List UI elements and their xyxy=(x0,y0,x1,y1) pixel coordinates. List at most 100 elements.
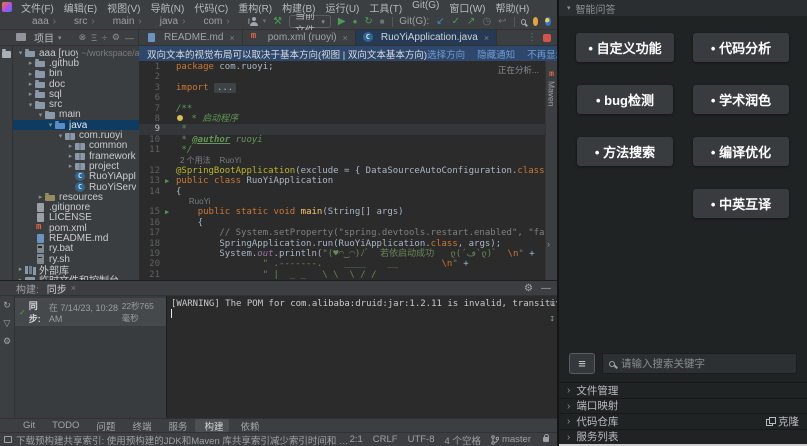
clone-button[interactable]: 克隆 xyxy=(766,414,799,429)
tool-window-button[interactable]: 依赖 xyxy=(231,419,265,432)
breadcrumb-item[interactable]: src xyxy=(60,16,99,27)
editor-tab[interactable]: RuoYiApplication.java × xyxy=(356,30,497,45)
tree-chevron-icon[interactable]: ▸ xyxy=(66,162,75,170)
menu-item[interactable]: 导航(N) xyxy=(145,0,189,15)
menu-item[interactable]: 窗口(W) xyxy=(444,0,490,15)
tool-window-button[interactable]: 服务 xyxy=(159,419,193,432)
tree-item[interactable]: .gitignore xyxy=(13,202,139,212)
project-tree[interactable]: ▾ aaa [ruoyi] ~/workspace/aaa ▸ .github xyxy=(13,46,139,280)
tree-item[interactable]: ▸ project xyxy=(13,161,139,171)
breadcrumb-item[interactable]: ruoyi xyxy=(234,16,250,27)
tool-window-button[interactable]: 终端 xyxy=(123,419,157,432)
assistant-function-button[interactable]: 中英互译 xyxy=(693,189,789,218)
search-box[interactable] xyxy=(602,353,797,374)
tree-chevron-icon[interactable]: ▸ xyxy=(26,90,35,98)
tool-window-button[interactable]: TODO xyxy=(43,419,85,432)
tree-chevron-icon[interactable]: ▸ xyxy=(16,265,25,273)
menu-item[interactable]: 视图(V) xyxy=(102,0,145,15)
profile-icon[interactable] xyxy=(250,17,256,26)
expand-all-icon[interactable]: Ξ xyxy=(91,33,97,43)
run-button[interactable]: ▶ xyxy=(338,17,346,27)
breadcrumb-item[interactable]: main xyxy=(99,16,146,27)
git-push-icon[interactable]: ↗ xyxy=(467,17,475,27)
tool-window-button[interactable]: 问题 xyxy=(87,419,121,432)
run-configuration-select[interactable]: 当前文件▾ xyxy=(289,15,331,28)
rerun-icon[interactable]: ↻ xyxy=(3,300,11,311)
editor[interactable]: 双向文本的视觉布局可以取决于基本方向(视图 | 双向文本基本方向) 选择方向隐藏… xyxy=(139,46,557,280)
assistant-function-button[interactable]: 代码分析 xyxy=(693,33,789,62)
tree-chevron-icon[interactable]: ▾ xyxy=(56,132,65,140)
git-update-icon[interactable]: ↙ xyxy=(436,17,444,27)
tree-item[interactable]: ▸ framework xyxy=(13,151,139,161)
hide-panel-icon[interactable]: — xyxy=(125,33,134,43)
sync-status-row[interactable]: ✓ 同步: 在 7/14/23, 10:28 AM 22秒765毫秒 xyxy=(15,298,166,326)
assistant-function-button[interactable]: 编译优化 xyxy=(693,137,789,166)
tree-chevron-icon[interactable]: ▾ xyxy=(36,111,45,119)
scroll-to-end-icon[interactable]: ↧ xyxy=(550,314,555,324)
profiler-icon[interactable] xyxy=(545,17,551,26)
search-everywhere-icon[interactable] xyxy=(521,19,526,25)
chevron-down-icon[interactable]: ▾ xyxy=(58,34,62,42)
menu-hamburger-button[interactable]: ≡ xyxy=(569,353,595,374)
close-tab-icon[interactable]: × xyxy=(71,283,76,293)
tree-item[interactable]: ▸ .github xyxy=(13,58,139,68)
soft-wrap-icon[interactable]: ≋ xyxy=(550,299,555,309)
menu-item[interactable]: 代码(C) xyxy=(189,0,233,15)
tree-item[interactable]: README.md xyxy=(13,233,139,243)
tree-chevron-icon[interactable]: ▸ xyxy=(26,70,35,78)
tree-item[interactable]: ▸ common xyxy=(13,141,139,151)
build-hammer-icon[interactable]: ⚒ xyxy=(273,17,282,27)
menu-item[interactable]: 编辑(E) xyxy=(59,0,102,15)
coverage-button[interactable]: ↻ xyxy=(364,17,372,27)
chevron-down-icon[interactable]: ▾ xyxy=(263,17,267,27)
project-panel-header[interactable]: 项目 ▾ ⊗ Ξ ÷ ⚙ — xyxy=(0,30,139,45)
tree-item[interactable]: RuoYiApplication xyxy=(13,172,139,182)
menu-item[interactable]: 运行(U) xyxy=(320,0,364,15)
tree-chevron-icon[interactable]: ▸ xyxy=(26,59,35,67)
tree-item[interactable]: ▸ resources xyxy=(13,192,139,202)
breadcrumb[interactable]: aaasrcmainjavacomruoyiRuoYiApplication xyxy=(18,16,250,27)
menu-item[interactable]: 构建(B) xyxy=(277,0,320,15)
menu-item[interactable]: 重构(R) xyxy=(233,0,277,15)
breadcrumb-item[interactable]: com xyxy=(189,16,233,27)
tree-item[interactable]: ▾ java xyxy=(13,120,139,130)
tree-item[interactable]: ▾ aaa [ruoyi] ~/workspace/aaa xyxy=(13,48,139,58)
tree-item[interactable]: ry.sh xyxy=(13,254,139,264)
build-event-list[interactable]: ✓ 同步: 在 7/14/23, 10:28 AM 22秒765毫秒 xyxy=(15,296,167,418)
git-commit-icon[interactable]: ✓ xyxy=(452,17,460,27)
menu-item[interactable]: 工具(T) xyxy=(364,0,407,15)
tree-chevron-icon[interactable]: ▾ xyxy=(46,121,55,129)
debug-button[interactable]: ● xyxy=(353,17,358,27)
tree-chevron-icon[interactable]: ▾ xyxy=(16,49,25,57)
stop-button[interactable]: ■ xyxy=(380,17,385,27)
editor-tab[interactable]: README.md × xyxy=(139,30,243,45)
git-rollback-icon[interactable]: ↩ xyxy=(498,17,506,27)
search-input[interactable] xyxy=(621,358,790,370)
tree-item[interactable]: ▸ bin xyxy=(13,69,139,79)
breadcrumb-item[interactable]: aaa xyxy=(18,16,60,27)
hide-panel-icon[interactable]: — xyxy=(541,283,551,294)
tree-item[interactable]: pom.xml xyxy=(13,223,139,233)
tree-item[interactable]: ▸ doc xyxy=(13,79,139,89)
breadcrumb-item[interactable]: java xyxy=(146,16,190,27)
maven-tool-button[interactable]: Maven xyxy=(547,81,557,107)
tree-chevron-icon[interactable]: ▸ xyxy=(66,142,75,150)
expand-panel-icon[interactable]: › xyxy=(547,239,550,249)
tree-chevron-icon[interactable]: ▸ xyxy=(26,80,35,88)
menu-item[interactable]: Git(G) xyxy=(407,0,444,15)
assistant-function-button[interactable]: 学术润色 xyxy=(693,85,789,114)
panel-section-header[interactable]: 代码仓库 克隆 xyxy=(559,413,807,429)
more-options-icon[interactable]: ⋮ xyxy=(527,33,537,43)
git-branch-widget[interactable]: master xyxy=(491,434,531,445)
banner-action-link[interactable]: 选择方向 xyxy=(427,47,465,61)
tool-window-button[interactable]: Git xyxy=(14,419,41,432)
banner-action-link[interactable]: 不再显示 xyxy=(527,47,557,61)
caret-position[interactable]: 2:1 xyxy=(350,434,363,445)
banner-action-link[interactable]: 隐藏通知 xyxy=(477,47,515,61)
close-tab-icon[interactable]: × xyxy=(484,33,489,43)
tree-item[interactable]: ry.bat xyxy=(13,244,139,254)
menu-item[interactable]: 文件(F) xyxy=(16,0,59,15)
settings-icon[interactable]: ⚙ xyxy=(112,32,120,43)
panel-section-header[interactable]: 文件管理 xyxy=(559,382,807,398)
assistant-function-button[interactable]: bug检测 xyxy=(577,85,673,114)
